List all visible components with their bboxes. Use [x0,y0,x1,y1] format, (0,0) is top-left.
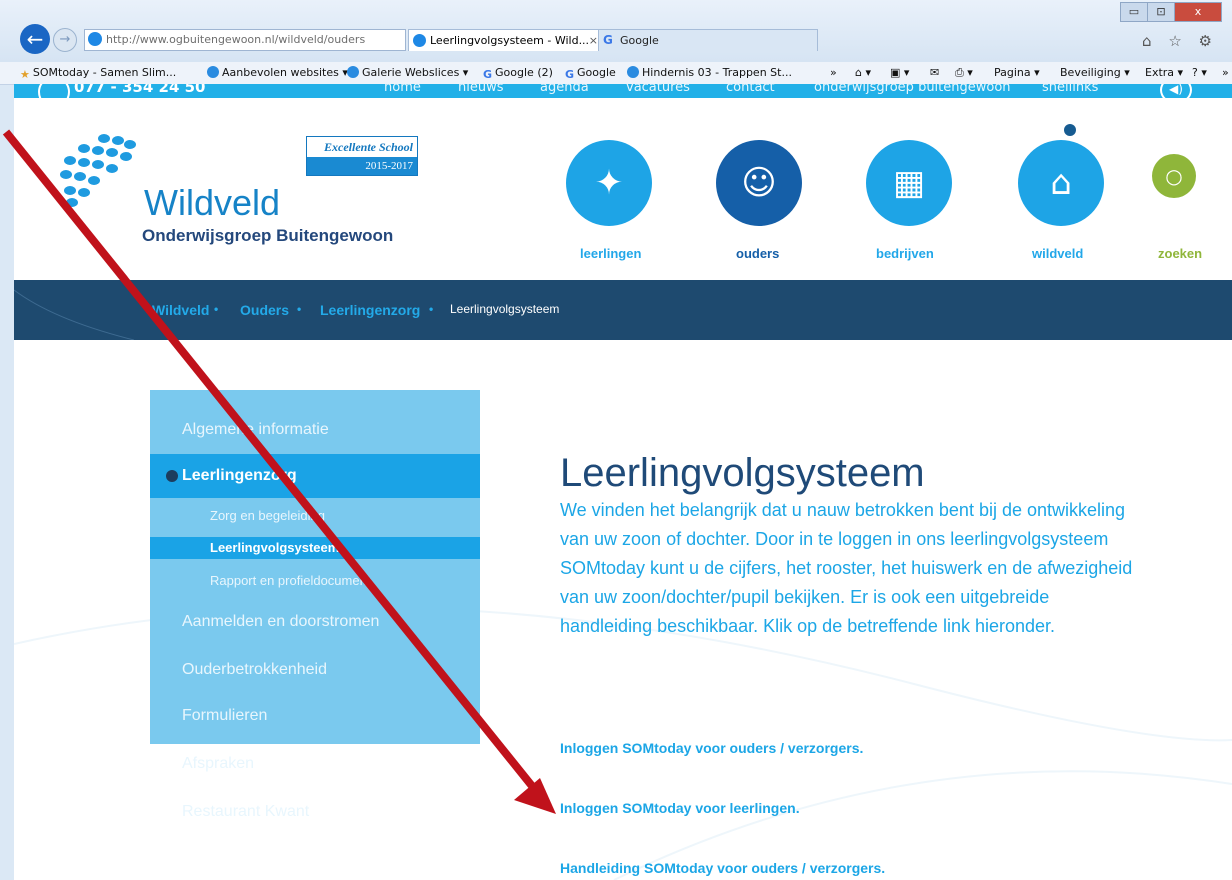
building-icon[interactable]: ▦ [866,140,952,226]
breadcrumb-current: Leerlingvolgsysteem [450,302,560,316]
breadcrumb-wildveld[interactable]: Wildveld [152,302,209,318]
nav-wildveld[interactable]: wildveld [1032,246,1083,261]
ie-icon [207,66,219,78]
breadcrumb-separator: • [297,302,302,316]
minimize-button[interactable]: ▭ [1120,2,1148,22]
top-link-snellinks[interactable]: snellinks [1042,84,1098,95]
tab-google[interactable]: G Google [598,29,818,51]
top-link-nieuws[interactable]: nieuws [458,84,504,95]
top-link-home[interactable]: home [384,84,421,95]
sidebar-item-algemene-informatie[interactable]: Algemene informatie [150,408,480,452]
address-bar[interactable]: http://www.ogbuitengewoon.nl/wildveld/ou… [84,29,406,51]
sidebar: Algemene informatie Leerlingenzorg Zorg … [150,390,480,820]
breadcrumb-ouders[interactable]: Ouders [240,302,289,318]
window-controls: ▭ ⊡ x [1120,0,1222,22]
home-menu-icon[interactable]: ⌂ ▾ [855,62,871,84]
breadcrumb: Wildveld • Ouders • Leerlingenzorg • Lee… [14,280,1232,340]
sidebar-item-restaurant-kwant[interactable]: Restaurant Kwant [150,790,480,834]
help-menu-icon[interactable]: ? ▾ [1192,62,1207,84]
top-link-vacatures[interactable]: vacatures [626,84,690,95]
sidebar-item-afspraken[interactable]: Afspraken [150,742,480,786]
pagina-menu[interactable]: Pagina ▾ [994,62,1040,84]
top-bar: 077 - 354 24 50 home nieuws agenda vacat… [14,84,1232,98]
nav-ouders[interactable]: ouders [736,246,779,261]
top-link-contact[interactable]: contact [726,84,775,95]
favorites-bar: ★ SOMtoday - Samen Slim... Aanbevolen web… [0,62,1232,85]
parents-icon[interactable]: ☺ [716,140,802,226]
favorite-google[interactable]: G Google [565,62,616,84]
link-handleiding[interactable]: Handleiding SOMtoday voor ouders / verzo… [560,860,885,876]
favorite-hindernis[interactable]: Hindernis 03 - Trappen St... [627,62,792,84]
decor-lines [14,289,134,340]
google-icon: G [483,68,493,81]
tab-label: Leerlingvolgsysteem - Wild... [430,34,590,47]
browser-right-icons[interactable]: ⌂ ☆ ⚙ [1142,32,1218,50]
close-button[interactable]: x [1174,2,1222,22]
tab-close-icon[interactable]: × [589,30,598,51]
google-icon: G [565,68,575,81]
site-header: Wildveld Onderwijsgroep Buitengewoon Exc… [14,98,1232,278]
breadcrumb-separator: • [214,302,219,316]
top-link-agenda[interactable]: agenda [540,84,589,95]
active-bullet-icon [166,470,178,482]
ie-tab-icon [413,34,426,47]
nav-bedrijven[interactable]: bedrijven [876,246,934,261]
link-somtoday-leerlingen[interactable]: Inloggen SOMtoday voor leerlingen. [560,800,800,816]
link-somtoday-ouders[interactable]: Inloggen SOMtoday voor ouders / verzorge… [560,740,863,756]
chevron-icon[interactable]: » [1222,62,1229,84]
phone-number: 077 - 354 24 50 [74,84,206,96]
breadcrumb-separator: • [429,302,434,316]
maximize-button[interactable]: ⊡ [1147,2,1175,22]
students-icon[interactable]: ✦ [566,140,652,226]
page-title: Leerlingvolgsysteem [560,450,925,495]
tab-leerlingvolgsysteem[interactable]: Leerlingvolgsysteem - Wild... × [408,29,604,51]
print-menu-icon[interactable]: ⎙ ▾ [955,62,973,84]
breadcrumb-leerlingenzorg[interactable]: Leerlingenzorg [320,302,420,318]
nav-leerlingen[interactable]: leerlingen [580,246,641,261]
browser-toolbar: ← → http://www.ogbuitengewoon.nl/wildvel… [0,0,1232,62]
speaker-icon[interactable]: ◀) [1160,84,1192,98]
star-icon: ★ [20,68,30,81]
favorite-google-2[interactable]: G Google (2) [483,62,553,84]
badge-title: Excellente School [307,137,417,157]
tab-label: Google [620,34,659,47]
sidebar-item-zorg-en-begeleiding[interactable]: Zorg en begeleiding [150,505,480,527]
sidebar-item-leerlingenzorg[interactable]: Leerlingenzorg [150,454,480,498]
sidebar-item-ouderbetrokkenheid[interactable]: Ouderbetrokkenheid [150,648,480,692]
logo-name[interactable]: Wildveld [144,182,280,224]
address-text: http://www.ogbuitengewoon.nl/wildveld/ou… [106,33,366,46]
forward-button[interactable]: → [53,28,77,52]
logo-mark [58,132,138,207]
google-icon: G [603,33,613,47]
mail-icon[interactable]: ✉ [930,62,939,84]
logo-subtitle: Onderwijsgroep Buitengewoon [142,226,394,245]
ie-icon [627,66,639,78]
excellent-school-badge: Excellente School 2015-2017 [306,136,418,176]
search-icon[interactable]: ○ [1152,154,1196,198]
browser-window: ← → http://www.ogbuitengewoon.nl/wildvel… [0,0,1232,880]
web-page: 077 - 354 24 50 home nieuws agenda vacat… [14,84,1232,880]
phone-icon [38,84,70,98]
sidebar-item-aanmelden[interactable]: Aanmelden en doorstromen [150,600,480,644]
ie-icon [347,66,359,78]
sidebar-item-formulieren[interactable]: Formulieren [150,694,480,738]
favorite-galerie[interactable]: Galerie Webslices ▾ [347,62,468,84]
sidebar-item-leerlingvolgsysteem[interactable]: Leerlingvolgsysteem [150,537,480,559]
feeds-menu-icon[interactable]: ▣ ▾ [890,62,909,84]
top-link-onderwijsgroep[interactable]: onderwijsgroep buitengewoon [814,84,1011,95]
back-button[interactable]: ← [20,24,50,54]
snellinks-toggle-icon[interactable] [1064,124,1076,136]
extra-menu[interactable]: Extra ▾ [1145,62,1183,84]
favorite-somtoday[interactable]: ★ SOMtoday - Samen Slim... [20,62,176,84]
favorite-aanbevolen[interactable]: Aanbevolen websites ▾ [207,62,348,84]
intro-text: We vinden het belangrijk dat u nauw betr… [560,500,1133,636]
sidebar-item-rapport[interactable]: Rapport en profieldocument [150,570,480,592]
nav-zoeken[interactable]: zoeken [1158,246,1202,261]
ie-page-icon [88,32,102,46]
badge-years: 2015-2017 [307,157,417,175]
school-icon[interactable]: ⌂ [1018,140,1104,226]
chevron-icon[interactable]: » [830,62,837,84]
beveiliging-menu[interactable]: Beveiliging ▾ [1060,62,1130,84]
